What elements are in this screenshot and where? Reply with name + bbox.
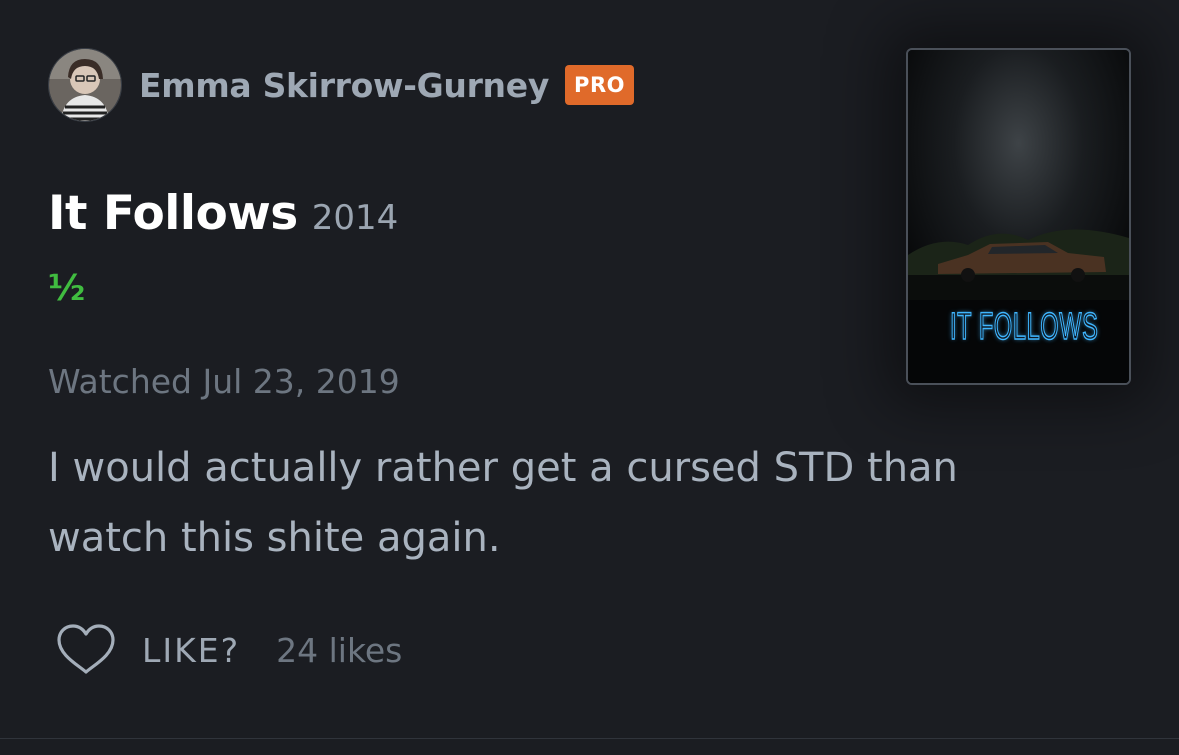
review-text: I would actually rather get a cursed STD… <box>48 445 958 561</box>
film-heading: It Follows 2014 <box>48 186 398 241</box>
avatar-icon <box>49 49 121 121</box>
heart-outline-icon[interactable] <box>56 624 116 676</box>
reviewer-name[interactable]: Emma Skirrow-Gurney <box>139 66 549 105</box>
avatar[interactable] <box>48 48 122 122</box>
pro-badge: PRO <box>565 65 634 105</box>
likes-count[interactable]: 24 likes <box>276 631 402 670</box>
review-header: Emma Skirrow-Gurney PRO <box>48 47 634 123</box>
poster-title: IT FOLLOWS <box>949 305 1099 349</box>
star-rating: ½ <box>48 268 86 309</box>
film-title[interactable]: It Follows <box>48 186 298 241</box>
like-button[interactable]: LIKE? <box>142 631 240 670</box>
bottom-divider <box>0 738 1179 739</box>
like-actions: LIKE? 24 likes <box>56 622 402 678</box>
film-year[interactable]: 2014 <box>312 198 399 238</box>
film-poster[interactable]: IT FOLLOWS <box>906 48 1131 385</box>
watched-date: Watched Jul 23, 2019 <box>48 362 400 401</box>
